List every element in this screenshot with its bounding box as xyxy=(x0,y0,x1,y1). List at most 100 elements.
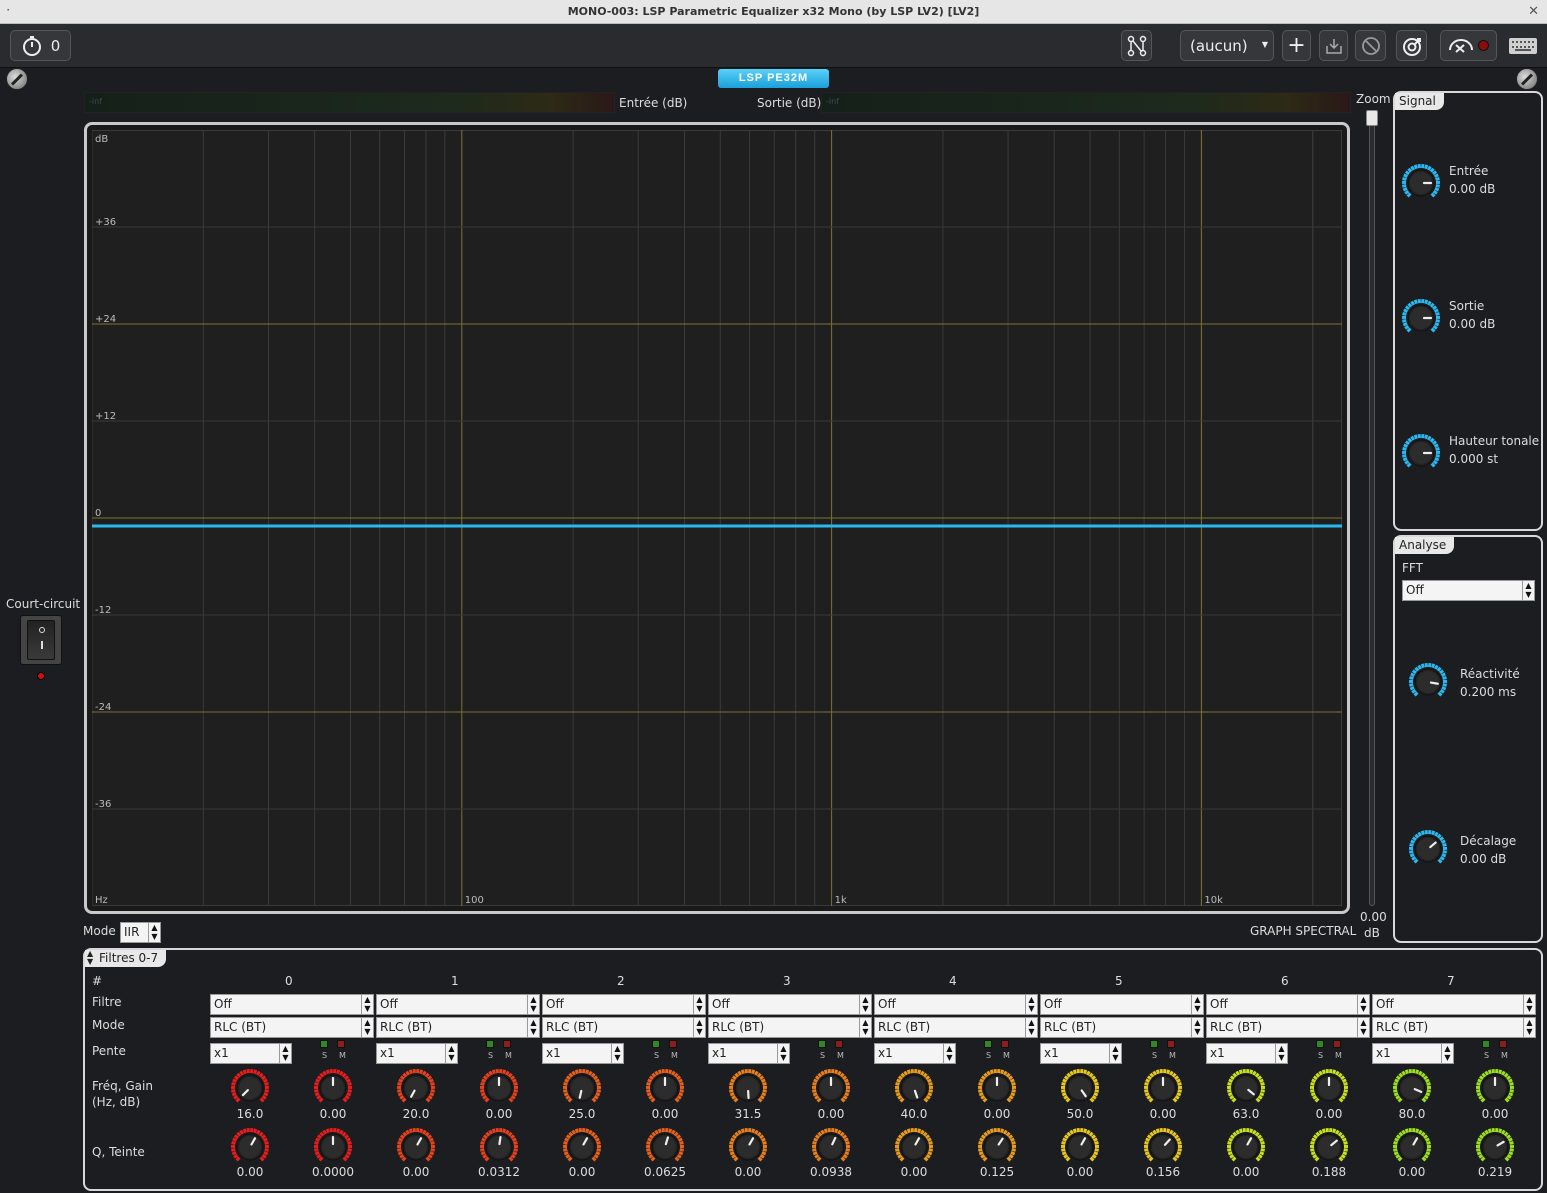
delete-preset-button[interactable] xyxy=(1355,30,1386,61)
gain-knob[interactable] xyxy=(811,1068,851,1108)
freq-knob[interactable] xyxy=(1060,1068,1100,1108)
band-filter-select[interactable]: Off ▲ ▼ xyxy=(210,994,374,1015)
gain-knob[interactable] xyxy=(1309,1068,1349,1108)
close-icon[interactable]: ✕ xyxy=(1528,0,1539,24)
q-knob[interactable] xyxy=(396,1127,436,1167)
mode-select[interactable]: IIR ▲ ▼ xyxy=(120,922,161,943)
band-mode-select[interactable]: RLC (BT) ▲ ▼ xyxy=(1040,1017,1204,1038)
solo-led[interactable] xyxy=(486,1040,494,1048)
mute-led[interactable] xyxy=(1001,1040,1009,1048)
gain-knob[interactable] xyxy=(479,1068,519,1108)
solo-led[interactable] xyxy=(1316,1040,1324,1048)
band-filter-select[interactable]: Off ▲ ▼ xyxy=(708,994,872,1015)
band-mode-select[interactable]: RLC (BT) ▲ ▼ xyxy=(1372,1017,1536,1038)
solo-led[interactable] xyxy=(320,1040,328,1048)
mute-led[interactable] xyxy=(503,1040,511,1048)
band-slope-select[interactable]: x1 ▲ ▼ xyxy=(1206,1043,1288,1064)
band-slope-select[interactable]: x1 ▲ ▼ xyxy=(1372,1043,1454,1064)
q-knob[interactable] xyxy=(728,1127,768,1167)
solo-led[interactable] xyxy=(1482,1040,1490,1048)
q-knob[interactable] xyxy=(1226,1127,1266,1167)
latency-button[interactable]: 0 xyxy=(10,30,71,61)
gain-knob[interactable] xyxy=(313,1068,353,1108)
band-mode-select[interactable]: RLC (BT) ▲ ▼ xyxy=(708,1017,872,1038)
band-filter-select[interactable]: Off ▲ ▼ xyxy=(874,994,1038,1015)
mute-led[interactable] xyxy=(669,1040,677,1048)
band-filter-select[interactable]: Off ▲ ▼ xyxy=(376,994,540,1015)
monitor-toggle[interactable] xyxy=(1440,30,1497,61)
band-slope-select[interactable]: x1 ▲ ▼ xyxy=(708,1043,790,1064)
analysis-knob-0[interactable] xyxy=(1408,662,1448,702)
mute-led[interactable] xyxy=(835,1040,843,1048)
band-filter-select[interactable]: Off ▲ ▼ xyxy=(542,994,706,1015)
signal-knob-2[interactable] xyxy=(1401,433,1441,473)
preset-select[interactable]: (aucun) ▼ xyxy=(1180,30,1274,61)
band-mode-select[interactable]: RLC (BT) ▲ ▼ xyxy=(542,1017,706,1038)
freq-knob[interactable] xyxy=(1392,1068,1432,1108)
zoom-slider-handle[interactable] xyxy=(1366,110,1378,126)
band-filter-select[interactable]: Off ▲ ▼ xyxy=(1372,994,1536,1015)
q-knob[interactable] xyxy=(894,1127,934,1167)
hue-knob[interactable] xyxy=(645,1127,685,1167)
add-preset-button[interactable]: + xyxy=(1282,30,1311,61)
freq-knob[interactable] xyxy=(894,1068,934,1108)
band-mode-select[interactable]: RLC (BT) ▲ ▼ xyxy=(1206,1017,1370,1038)
bypass-switch[interactable] xyxy=(20,615,62,665)
band-slope-select[interactable]: x1 ▲ ▼ xyxy=(210,1043,292,1064)
signal-knob-0[interactable] xyxy=(1401,163,1441,203)
freq-knob[interactable] xyxy=(728,1068,768,1108)
hue-knob[interactable] xyxy=(313,1127,353,1167)
band-slope-select[interactable]: x1 ▲ ▼ xyxy=(542,1043,624,1064)
mute-led[interactable] xyxy=(1499,1040,1507,1048)
window-menu-icon[interactable]: ⠂ xyxy=(6,0,13,24)
hue-knob[interactable] xyxy=(977,1127,1017,1167)
mute-led[interactable] xyxy=(337,1040,345,1048)
plugin-logo[interactable]: LSP PE32M xyxy=(718,69,829,88)
signal-knob-1[interactable] xyxy=(1401,298,1441,338)
solo-led[interactable] xyxy=(1150,1040,1158,1048)
gain-knob[interactable] xyxy=(1475,1068,1515,1108)
band-slope-select[interactable]: x1 ▲ ▼ xyxy=(874,1043,956,1064)
freq-knob[interactable] xyxy=(396,1068,436,1108)
compare-button[interactable] xyxy=(1396,30,1427,61)
hue-knob[interactable] xyxy=(1143,1127,1183,1167)
spectrum-graph[interactable]: dB +36 +24 +12 0 -12 -24 -36 Hz 100 1k 10k xyxy=(84,122,1350,914)
band-filter-select[interactable]: Off ▲ ▼ xyxy=(1206,994,1370,1015)
band-slope-select[interactable]: x1 ▲ ▼ xyxy=(1040,1043,1122,1064)
q-knob[interactable] xyxy=(1060,1127,1100,1167)
gain-knob[interactable] xyxy=(645,1068,685,1108)
filters-tab[interactable]: ▲ ▼ Filtres 0-7 xyxy=(85,950,167,967)
freq-knob[interactable] xyxy=(1226,1068,1266,1108)
freq-knob[interactable] xyxy=(230,1068,270,1108)
band-mode-select[interactable]: RLC (BT) ▲ ▼ xyxy=(376,1017,540,1038)
analysis-tab[interactable]: Analyse xyxy=(1395,537,1455,554)
routing-button[interactable] xyxy=(1121,30,1152,61)
q-knob[interactable] xyxy=(562,1127,602,1167)
q-knob[interactable] xyxy=(230,1127,270,1167)
band-filter-select[interactable]: Off ▲ ▼ xyxy=(1040,994,1204,1015)
gain-knob[interactable] xyxy=(1143,1068,1183,1108)
freq-knob[interactable] xyxy=(562,1068,602,1108)
mute-led[interactable] xyxy=(1167,1040,1175,1048)
fft-select[interactable]: Off ▲ ▼ xyxy=(1402,580,1535,601)
band-slope-select[interactable]: x1 ▲ ▼ xyxy=(376,1043,458,1064)
hue-knob[interactable] xyxy=(1309,1127,1349,1167)
hue-knob[interactable] xyxy=(1475,1127,1515,1167)
solo-led[interactable] xyxy=(984,1040,992,1048)
band-mode-select[interactable]: RLC (BT) ▲ ▼ xyxy=(210,1017,374,1038)
analysis-knob-1[interactable] xyxy=(1408,829,1448,869)
save-preset-button[interactable] xyxy=(1319,30,1348,61)
solo-led[interactable] xyxy=(818,1040,826,1048)
mute-led[interactable] xyxy=(1333,1040,1341,1048)
keyboard-icon[interactable] xyxy=(1509,38,1537,54)
signal-tab[interactable]: Signal xyxy=(1395,93,1444,110)
q-knob[interactable] xyxy=(1392,1127,1432,1167)
solo-led[interactable] xyxy=(652,1040,660,1048)
hue-knob[interactable] xyxy=(811,1127,851,1167)
zoom-slider-track[interactable] xyxy=(1369,114,1375,906)
plugin-body: LSP PE32M -inf Entrée (dB) Sortie (dB) -… xyxy=(0,68,1547,1193)
screw-icon xyxy=(6,68,28,90)
gain-knob[interactable] xyxy=(977,1068,1017,1108)
band-mode-select[interactable]: RLC (BT) ▲ ▼ xyxy=(874,1017,1038,1038)
hue-knob[interactable] xyxy=(479,1127,519,1167)
